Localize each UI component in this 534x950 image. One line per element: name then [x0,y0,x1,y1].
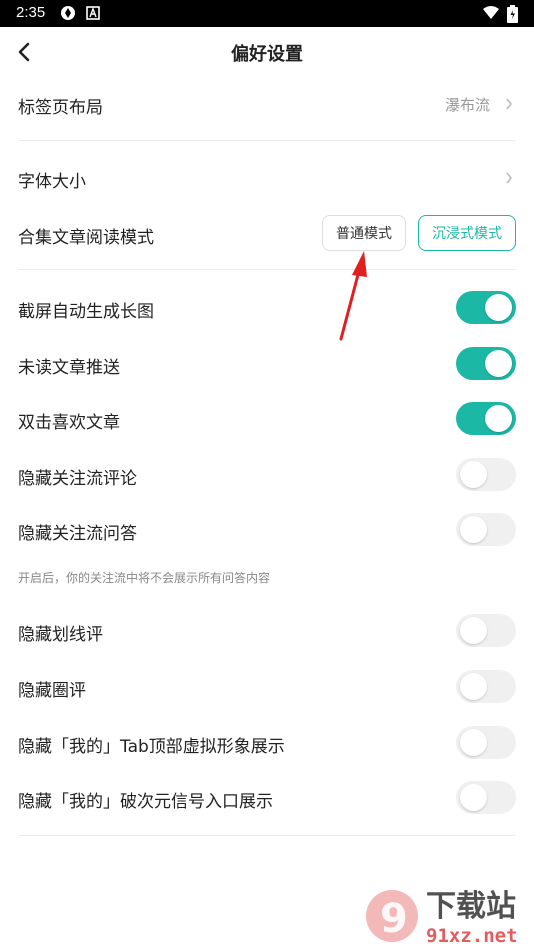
toggle-knob [460,461,487,488]
toggle-label: 隐藏「我的」Tab顶部虚拟形象展示 [18,737,285,757]
svg-text:9: 9 [380,896,408,942]
toggle-label: 隐藏关注流问答 [18,524,137,544]
toggle-knob [460,673,487,700]
font-size-row[interactable]: 字体大小 [18,158,516,198]
svg-text:91xz.net: 91xz.net [426,925,518,947]
toggle-row-hide-underline-comments: 隐藏划线评 [18,611,516,651]
toggle-knob [485,405,512,432]
toggle-knob [460,784,487,811]
toggle-row-double-tap-like: 双击喜欢文章 [18,399,516,439]
font-size-label: 字体大小 [18,172,86,192]
svg-text:下载站: 下载站 [426,889,516,924]
watermark-logo: 9 下载站 91xz.net [366,889,518,947]
toggle-row-hide-circle-comments: 隐藏圈评 [18,667,516,707]
collection-reading-mode-row: 合集文章阅读模式 普通模式 沉浸式模式 [18,214,516,254]
toggle-row-hide-avatar: 隐藏「我的」Tab顶部虚拟形象展示 [18,723,516,763]
hide-underline-comments-toggle[interactable] [456,614,516,647]
divider [18,835,516,836]
divider [18,140,516,141]
a-notification-icon [86,6,100,20]
tab-layout-row[interactable]: 标签页布局 瀑布流 [18,84,516,124]
toggle-row-screenshot-long-image: 截屏自动生成长图 [18,288,516,328]
toggle-row-hide-feed-comments: 隐藏关注流评论 [18,455,516,495]
status-bar: 2:35 [0,0,534,27]
hide-feed-comments-toggle[interactable] [456,458,516,491]
toggle-label: 隐藏圈评 [18,681,86,701]
toggle-knob [460,729,487,756]
immersive-mode-button[interactable]: 沉浸式模式 [418,215,516,251]
toggle-label: 未读文章推送 [18,358,120,378]
toggle-knob [485,350,512,377]
wifi-icon [483,6,499,19]
toggle-label: 双击喜欢文章 [18,413,120,433]
battery-icon [507,5,518,23]
chevron-right-icon [506,98,513,110]
screenshot-long-image-toggle[interactable] [456,291,516,324]
toggle-row-hide-feed-qa: 隐藏关注流问答 [18,510,516,550]
hide-avatar-toggle[interactable] [456,726,516,759]
hide-circle-comments-toggle[interactable] [456,670,516,703]
toggle-knob [485,294,512,321]
toggle-label: 隐藏划线评 [18,625,103,645]
page-title: 偏好设置 [231,44,303,65]
tab-layout-value: 瀑布流 [444,96,490,114]
toggle-label: 隐藏「我的」破次元信号入口展示 [18,792,273,812]
collection-reading-mode-label: 合集文章阅读模式 [18,228,154,248]
unread-push-toggle[interactable] [456,347,516,380]
divider [18,269,516,270]
hide-qa-hint: 开启后，你的关注流中将不会展示所有问答内容 [18,571,271,585]
hide-feed-qa-toggle[interactable] [456,513,516,546]
toggle-knob [460,617,487,644]
status-time: 2:35 [16,4,46,21]
tab-layout-label: 标签页布局 [18,98,103,118]
toggle-label: 隐藏关注流评论 [18,469,137,489]
title-bar: 偏好设置 [0,27,534,77]
hide-signal-entry-toggle[interactable] [456,781,516,814]
toggle-row-unread-push: 未读文章推送 [18,344,516,384]
chevron-right-icon [506,172,513,184]
toggle-label: 截屏自动生成长图 [18,302,154,322]
double-tap-like-toggle[interactable] [456,402,516,435]
toggle-row-hide-signal-entry: 隐藏「我的」破次元信号入口展示 [18,778,516,818]
toggle-knob [460,516,487,543]
app-notification-icon [61,6,75,20]
